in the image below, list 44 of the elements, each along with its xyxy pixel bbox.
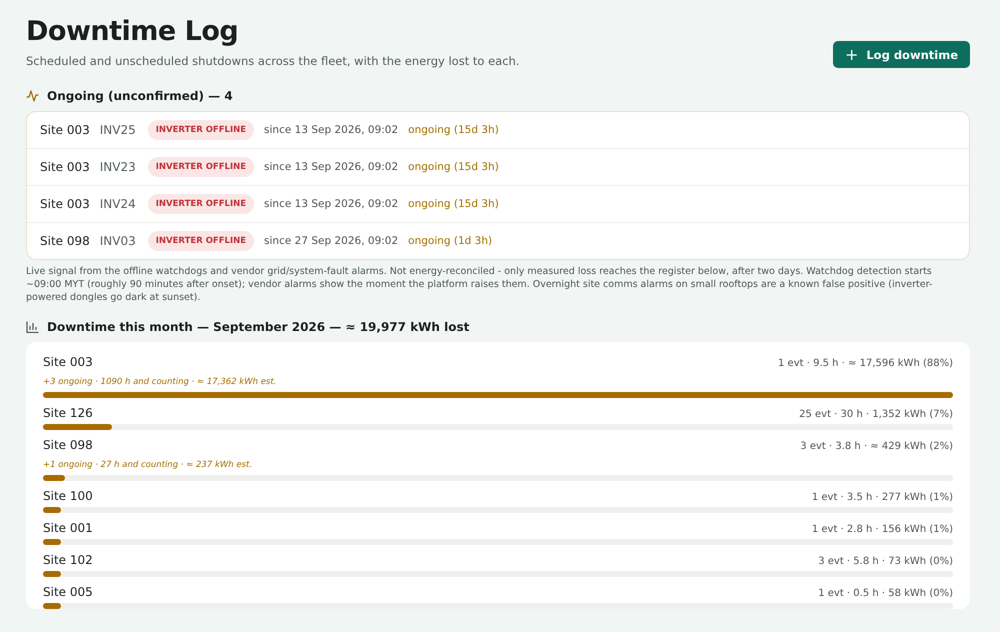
since-time: since 13 Sep 2026, 09:02	[264, 198, 398, 210]
bar-chart-icon	[26, 321, 39, 333]
device-id: INV24	[100, 197, 136, 211]
site-summary: 25 evt · 30 h · 1,352 kWh (7%)	[799, 409, 953, 420]
status-badge: INVERTER OFFLINE	[148, 157, 254, 177]
page-subtitle: Scheduled and unscheduled shutdowns across the fleet, with the energy lost to each.	[26, 54, 520, 68]
ongoing-note: +3 ongoing · 1090 h and counting · ≈ 17,362 kWh est.	[43, 377, 276, 387]
section-heading: Ongoing (unconfirmed) — 4	[47, 89, 233, 103]
status-badge: INVERTER OFFLINE	[148, 120, 254, 140]
site-name: Site 126	[43, 406, 93, 420]
page-title: Downtime Log	[26, 16, 240, 48]
ongoing-duration: ongoing (15d 3h)	[408, 198, 499, 210]
ongoing-duration: ongoing (15d 3h)	[408, 161, 499, 173]
site-name: Site 003	[43, 355, 93, 369]
site-name: Site 005	[43, 585, 93, 599]
log-downtime-button[interactable]: + Log downtime	[832, 41, 970, 68]
site-name: Site 003	[40, 123, 90, 137]
ongoing-duration: ongoing (1d 3h)	[408, 235, 492, 247]
site-summary: 1 evt · 0.5 h · 58 kWh (0%)	[818, 588, 953, 599]
site-summary: 1 evt · 3.5 h · 277 kWh (1%)	[812, 492, 953, 503]
status-badge: INVERTER OFFLINE	[148, 194, 254, 214]
site-name: Site 003	[40, 197, 90, 211]
site-summary: 3 evt · 3.8 h · ≈ 429 kWh (2%)	[800, 441, 953, 452]
site-summary: 1 evt · 2.8 h · 156 kWh (1%)	[812, 524, 953, 535]
since-time: since 27 Sep 2026, 09:02	[264, 235, 398, 247]
since-time: since 13 Sep 2026, 09:02	[264, 124, 398, 136]
info-note: Live signal from the offline watchdogs and vendor grid/system-fault alarms. Not energy-reconciled - only measured loss reaches the register below, after two days. Watchdog detection starts ~09:00 MYT (roughly 90 minutes after onset); vendor alarms show the moment the platform raises them. Overnight site comms alarms on small rooftops are a known false positive (inverter-powered dongles go dark at sunset).	[26, 265, 934, 304]
site-name: Site 098	[40, 234, 90, 248]
site-name: Site 098	[43, 438, 93, 452]
section-heading: Downtime this month — September 2026 — ≈ 19,977 kWh lost	[47, 320, 470, 334]
device-id: INV23	[100, 160, 136, 174]
status-badge: INVERTER OFFLINE	[148, 231, 254, 251]
ongoing-duration: ongoing (15d 3h)	[408, 124, 499, 136]
site-name: Site 001	[43, 521, 93, 535]
site-name: Site 102	[43, 553, 93, 567]
site-name: Site 003	[40, 160, 90, 174]
device-id: INV03	[100, 234, 136, 248]
site-summary: 1 evt · 9.5 h · ≈ 17,596 kWh (88%)	[778, 358, 953, 369]
site-summary: 3 evt · 5.8 h · 73 kWh (0%)	[818, 556, 953, 567]
site-name: Site 100	[43, 489, 93, 503]
since-time: since 13 Sep 2026, 09:02	[264, 161, 398, 173]
ongoing-note: +1 ongoing · 27 h and counting · ≈ 237 kWh est.	[43, 460, 252, 470]
device-id: INV25	[100, 123, 136, 137]
pulse-icon	[26, 90, 39, 102]
